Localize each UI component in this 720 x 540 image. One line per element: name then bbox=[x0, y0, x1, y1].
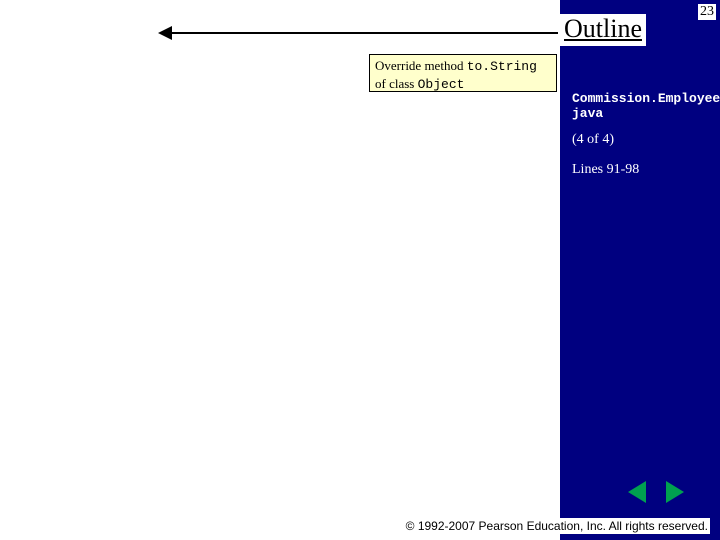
callout-box: Override method to.String of class Objec… bbox=[369, 54, 557, 92]
callout-arrow-head-icon bbox=[158, 26, 172, 40]
slide: 23 Outline Override method to.String of … bbox=[0, 0, 720, 540]
callout-text-1: Override method bbox=[375, 58, 467, 73]
prev-button[interactable] bbox=[628, 481, 650, 503]
copyright-footer: © 1992-2007 Pearson Education, Inc. All … bbox=[404, 518, 710, 534]
page-number: 23 bbox=[698, 4, 716, 20]
sidebar-bg bbox=[560, 0, 720, 540]
meta-lines: Lines 91-98 bbox=[572, 162, 720, 178]
nav-buttons bbox=[624, 481, 688, 508]
meta-filename: Commission.Employee. java bbox=[572, 92, 720, 122]
callout-arrow-line bbox=[168, 32, 558, 34]
callout-code-2: Object bbox=[418, 77, 465, 92]
triangle-right-icon bbox=[666, 481, 684, 503]
callout-text-2: of class bbox=[375, 76, 418, 91]
outline-heading: Outline bbox=[560, 14, 646, 46]
next-button[interactable] bbox=[662, 481, 684, 503]
callout-code-1: to.String bbox=[467, 59, 537, 74]
triangle-left-icon bbox=[628, 481, 646, 503]
meta-part: (4 of 4) bbox=[572, 132, 720, 148]
